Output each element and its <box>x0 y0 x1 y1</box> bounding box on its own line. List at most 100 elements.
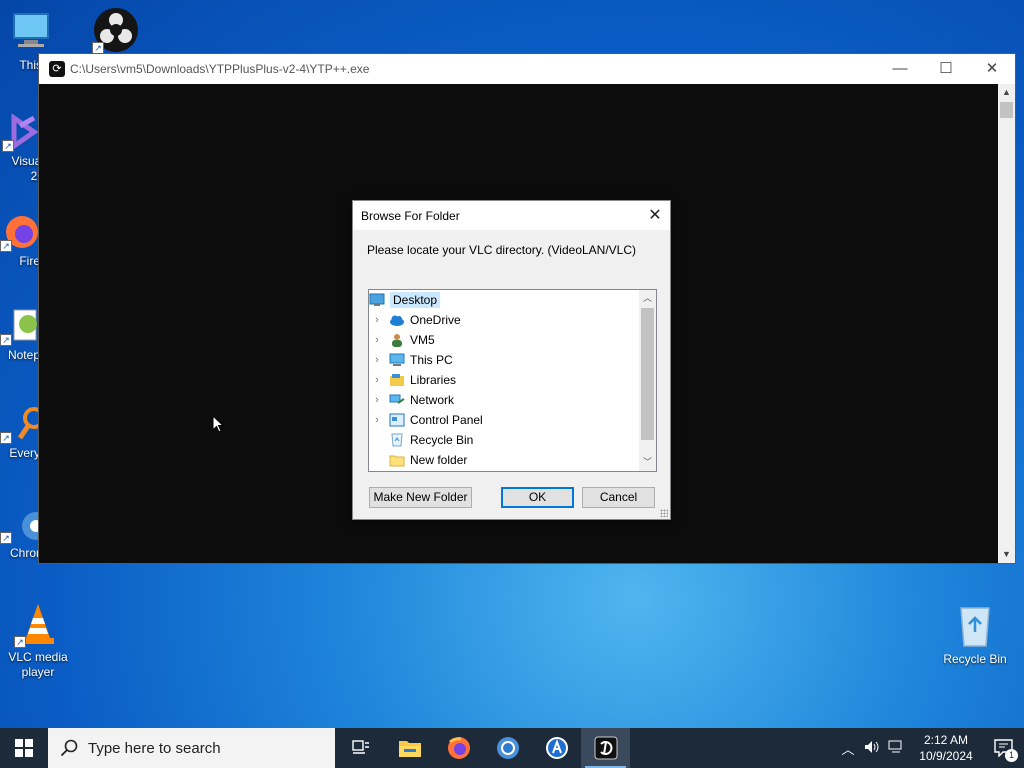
desktop-icon-obs-studio[interactable]: ↗ <box>78 6 154 56</box>
clock-time: 2:12 AM <box>923 733 969 747</box>
system-tray: ︿ 2:12 AM 10/9/2024 1 <box>836 728 1024 768</box>
computer-icon <box>6 8 54 56</box>
expand-chevron-icon[interactable]: › <box>371 414 383 426</box>
app-taskbar-button[interactable] <box>532 728 581 768</box>
tree-item-control-panel[interactable]: › Control Panel <box>369 410 483 430</box>
cloud-icon <box>390 315 404 326</box>
make-new-folder-button[interactable]: Make New Folder <box>369 487 472 508</box>
expand-chevron-icon[interactable]: › <box>371 314 383 326</box>
recycle-bin-icon <box>951 602 999 650</box>
firefox-icon: ↗ <box>0 212 40 252</box>
expand-chevron-icon[interactable]: › <box>371 354 383 366</box>
folder-icon <box>389 455 405 467</box>
tree-item-network[interactable]: › Network <box>369 390 454 410</box>
notepad-plus-plus-icon: ↗ <box>0 306 40 346</box>
desktop-icon-recycle-bin[interactable]: Recycle Bin <box>937 602 1013 667</box>
notification-center-button[interactable]: 1 <box>984 728 1024 768</box>
taskbar-search-box[interactable]: Type here to search <box>48 728 335 768</box>
desktop-icon-label: VLC media player <box>8 650 68 679</box>
ok-button[interactable]: OK <box>501 487 574 508</box>
library-icon <box>390 374 404 386</box>
ytp-icon <box>594 736 617 760</box>
maximize-button[interactable]: ☐ <box>923 54 969 84</box>
file-explorer-icon <box>398 741 421 757</box>
dialog-close-button[interactable]: ✕ <box>640 201 670 230</box>
chevron-down-icon[interactable]: ﹀ <box>639 454 656 471</box>
tree-item-label: OneDrive <box>410 313 461 327</box>
windows-logo-icon <box>15 739 33 757</box>
desktop-icon-label: Fire <box>19 254 40 268</box>
obs-icon: ↗ <box>92 6 140 54</box>
tree-item-vm5[interactable]: › VM5 <box>369 330 435 350</box>
expand-chevron-icon[interactable]: › <box>371 334 383 346</box>
task-view-button[interactable] <box>336 728 385 768</box>
chevron-up-icon[interactable]: ︿ <box>639 290 656 307</box>
expand-chevron-icon[interactable]: › <box>371 394 383 406</box>
tree-item-label: Network <box>410 393 455 407</box>
tree-item-libraries[interactable]: › Libraries <box>369 370 456 390</box>
search-placeholder: Type here to search <box>88 739 221 757</box>
everything-search-icon: ↗ <box>0 404 45 444</box>
tree-item-label: Control Panel <box>410 413 483 427</box>
show-hidden-icons-chevron-icon[interactable]: ︿ <box>836 739 860 758</box>
clock-date: 10/9/2024 <box>919 749 973 763</box>
chromium-taskbar-button[interactable] <box>483 728 532 768</box>
tree-item-onedrive[interactable]: › OneDrive <box>369 310 461 330</box>
tree-item-label: This PC <box>410 353 453 367</box>
scroll-down-arrow-icon[interactable]: ▼ <box>998 546 1015 563</box>
shortcut-arrow-icon: ↗ <box>0 240 12 252</box>
cancel-button[interactable]: Cancel <box>582 487 655 508</box>
task-view-icon <box>351 740 369 754</box>
console-titlebar[interactable]: ⟳ C:\Users\vm5\Downloads\YTPPlusPlus-v2-… <box>39 54 1015 84</box>
ytp-app-icon: ⟳ <box>49 61 65 77</box>
tree-scroll-thumb[interactable] <box>641 308 654 440</box>
tree-item-label: Desktop <box>390 292 441 308</box>
ytp-taskbar-button[interactable] <box>581 728 630 768</box>
visual-studio-icon: ↗ <box>2 112 42 152</box>
shortcut-arrow-icon: ↗ <box>0 334 12 346</box>
notification-count-badge: 1 <box>1005 749 1018 762</box>
folder-tree[interactable]: Desktop › OneDrive › VM5 › This PC › Lib… <box>368 289 657 472</box>
search-icon <box>60 739 78 757</box>
close-button[interactable]: ✕ <box>969 54 1015 84</box>
dialog-title: Browse For Folder <box>361 208 460 223</box>
expand-chevron-icon[interactable]: › <box>371 374 383 386</box>
file-explorer-button[interactable] <box>385 728 434 768</box>
dialog-prompt: Please locate your VLC directory. (Video… <box>367 243 637 257</box>
console-scrollbar[interactable]: ▲ ▼ <box>998 84 1015 563</box>
scroll-up-arrow-icon[interactable]: ▲ <box>998 84 1015 101</box>
tree-item-label: Recycle Bin <box>410 433 474 447</box>
desktop-icon-notepad-plus-plus[interactable]: ↗ Notep <box>0 306 40 363</box>
firefox-taskbar-button[interactable] <box>434 728 483 768</box>
dialog-titlebar[interactable]: Browse For Folder ✕ <box>353 201 670 230</box>
chromium-icon <box>496 737 519 759</box>
tree-item-recycle-bin[interactable]: Recycle Bin <box>369 430 473 450</box>
firefox-icon <box>447 737 470 759</box>
desktop-icon-everything[interactable]: ↗ Every <box>0 404 45 461</box>
start-button[interactable] <box>0 728 48 768</box>
shortcut-arrow-icon: ↗ <box>0 532 12 544</box>
tree-item-label: New folder <box>410 453 468 467</box>
app-icon <box>545 737 568 759</box>
desktop-icon <box>369 293 385 306</box>
console-scroll-thumb[interactable] <box>1000 102 1013 118</box>
tree-item-new-folder[interactable]: New folder <box>369 450 467 470</box>
shortcut-arrow-icon: ↗ <box>14 636 26 648</box>
clock[interactable]: 2:12 AM 10/9/2024 <box>908 732 984 764</box>
console-title: C:\Users\vm5\Downloads\YTPPlusPlus-v2-4\… <box>70 62 370 76</box>
network-icon[interactable] <box>884 740 908 757</box>
tree-item-desktop[interactable]: Desktop <box>369 290 441 310</box>
minimize-button[interactable]: — <box>877 54 923 84</box>
user-icon <box>392 334 402 347</box>
computer-icon <box>389 353 405 366</box>
tree-scrollbar[interactable]: ︿ ﹀ <box>639 290 656 471</box>
desktop-icon-vlc[interactable]: ↗ VLC media player <box>0 600 76 680</box>
volume-icon[interactable] <box>860 740 884 757</box>
chromium-icon: ↗ <box>0 504 50 544</box>
taskbar: Type here to search ︿ 2:12 AM 10/9/2024 … <box>0 728 1024 768</box>
resize-grip-icon[interactable] <box>660 509 668 517</box>
desktop-icon-label: Recycle Bin <box>943 652 1007 666</box>
tree-item-this-pc[interactable]: › This PC <box>369 350 453 370</box>
browse-for-folder-dialog[interactable]: Browse For Folder ✕ Please locate your V… <box>352 200 671 520</box>
desktop-icon-firefox[interactable]: ↗ Fire <box>0 212 40 269</box>
